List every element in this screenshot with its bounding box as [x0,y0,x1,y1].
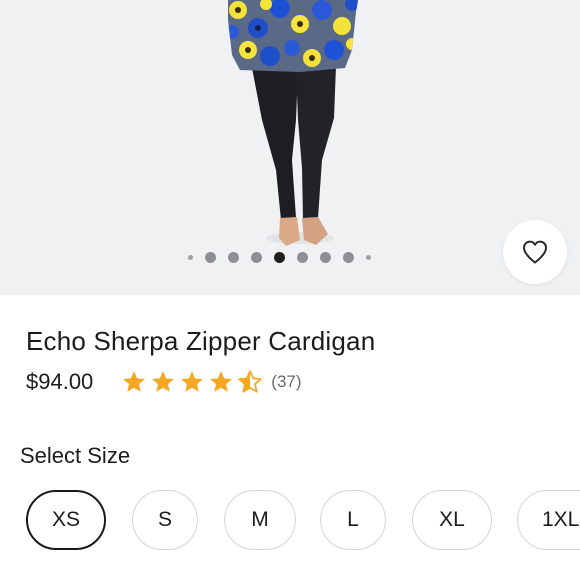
product-title: Echo Sherpa Zipper Cardigan [26,326,376,356]
size-options: XS S M L XL 1XL [0,490,580,554]
favorite-button[interactable] [503,220,567,284]
carousel-dot[interactable] [343,251,354,263]
star-full-icon [123,371,146,392]
star-full-icon [181,371,204,392]
carousel-dot[interactable] [205,251,216,263]
size-option-s[interactable]: S [132,490,198,550]
star-full-icon [210,371,233,392]
carousel-dot[interactable] [297,251,308,263]
product-price: $94.00 [26,369,94,394]
carousel-dot[interactable] [320,251,331,263]
heart-outline-icon [523,240,547,264]
carousel-dots[interactable] [188,251,371,263]
carousel-dot[interactable] [228,251,239,263]
carousel-dot[interactable] [188,254,193,260]
size-option-xs[interactable]: XS [26,490,106,550]
price-rating-row: $94.00 (37) [26,366,302,398]
size-option-xl[interactable]: XL [412,490,492,550]
size-option-m[interactable]: M [224,490,296,550]
size-option-l[interactable]: L [320,490,386,550]
product-image-carousel[interactable] [0,0,580,295]
star-rating[interactable] [121,369,263,395]
size-selector-heading: Select Size [20,443,131,468]
review-count-link[interactable]: (37) [271,372,301,392]
carousel-dot-active[interactable] [274,251,285,263]
star-half-icon [238,370,262,393]
star-full-icon [152,371,175,392]
size-option-1xl[interactable]: 1XL [517,490,580,550]
carousel-dot[interactable] [251,251,262,263]
carousel-dot[interactable] [366,254,371,260]
